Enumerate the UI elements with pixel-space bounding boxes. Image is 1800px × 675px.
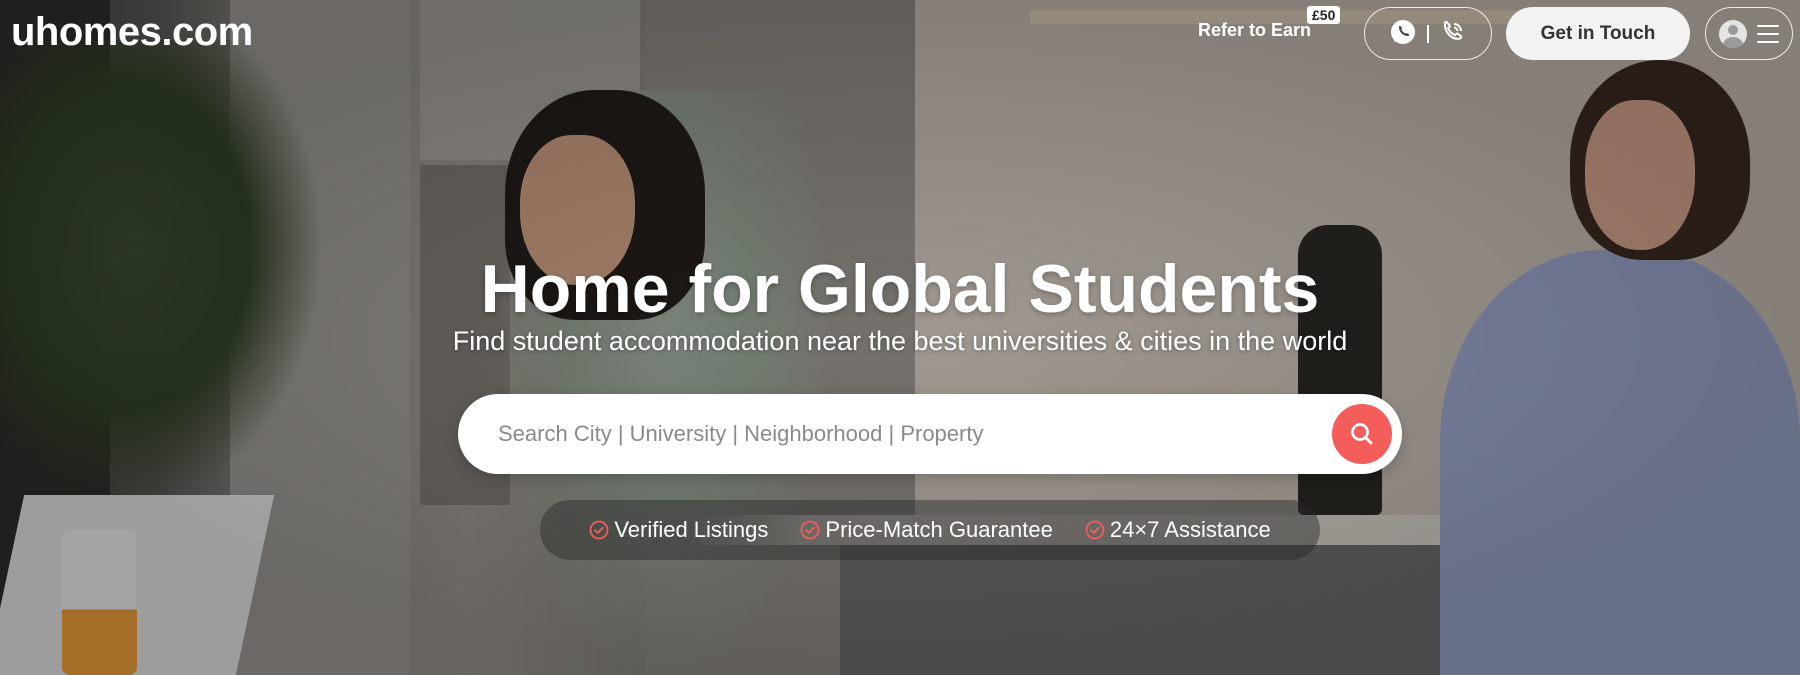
feature-label: 24×7 Assistance (1109, 517, 1271, 542)
bg-panel (420, 0, 640, 160)
bg-person-left (500, 90, 830, 675)
search-bar (458, 394, 1402, 474)
bg-panel (840, 540, 1560, 675)
feature-label: Price-Match Guarantee (825, 517, 1053, 542)
site-logo[interactable]: uhomes.com (11, 10, 253, 55)
search-icon (1351, 423, 1373, 445)
menu-icon (1757, 24, 1779, 43)
feature-highlights: Verified Listings Price-Match Guarantee … (540, 500, 1320, 560)
feature-assistance: 24×7 Assistance (1085, 517, 1271, 543)
search-button[interactable] (1332, 404, 1392, 464)
feature-label: Verified Listings (614, 517, 769, 542)
bg-face-right (1585, 100, 1695, 250)
avatar-icon (1719, 19, 1747, 48)
whatsapp-icon[interactable] (1389, 18, 1417, 50)
bg-hair-right (1570, 60, 1750, 260)
check-circle-icon (1085, 520, 1105, 540)
feature-price-match: Price-Match Guarantee (800, 517, 1053, 543)
phone-icon[interactable] (1439, 18, 1467, 50)
bg-juice (62, 530, 137, 675)
hero-title: Home for Global Students (480, 251, 1320, 327)
check-circle-icon (801, 520, 820, 540)
refer-to-earn-link[interactable]: Refer to Earn (1198, 20, 1311, 41)
contact-buttons[interactable] (1364, 7, 1492, 60)
search-input[interactable] (498, 394, 1298, 474)
account-menu-button[interactable] (1705, 7, 1793, 60)
divider (1427, 24, 1429, 43)
feature-verified-listings: Verified Listings (589, 517, 768, 543)
refer-reward-badge: £50 (1307, 6, 1341, 24)
hero-subtitle: Find student accommodation near the best… (452, 326, 1348, 356)
get-in-touch-button[interactable]: Get in Touch (1506, 7, 1690, 60)
check-circle-icon (589, 520, 609, 540)
bg-laptop (0, 495, 275, 675)
